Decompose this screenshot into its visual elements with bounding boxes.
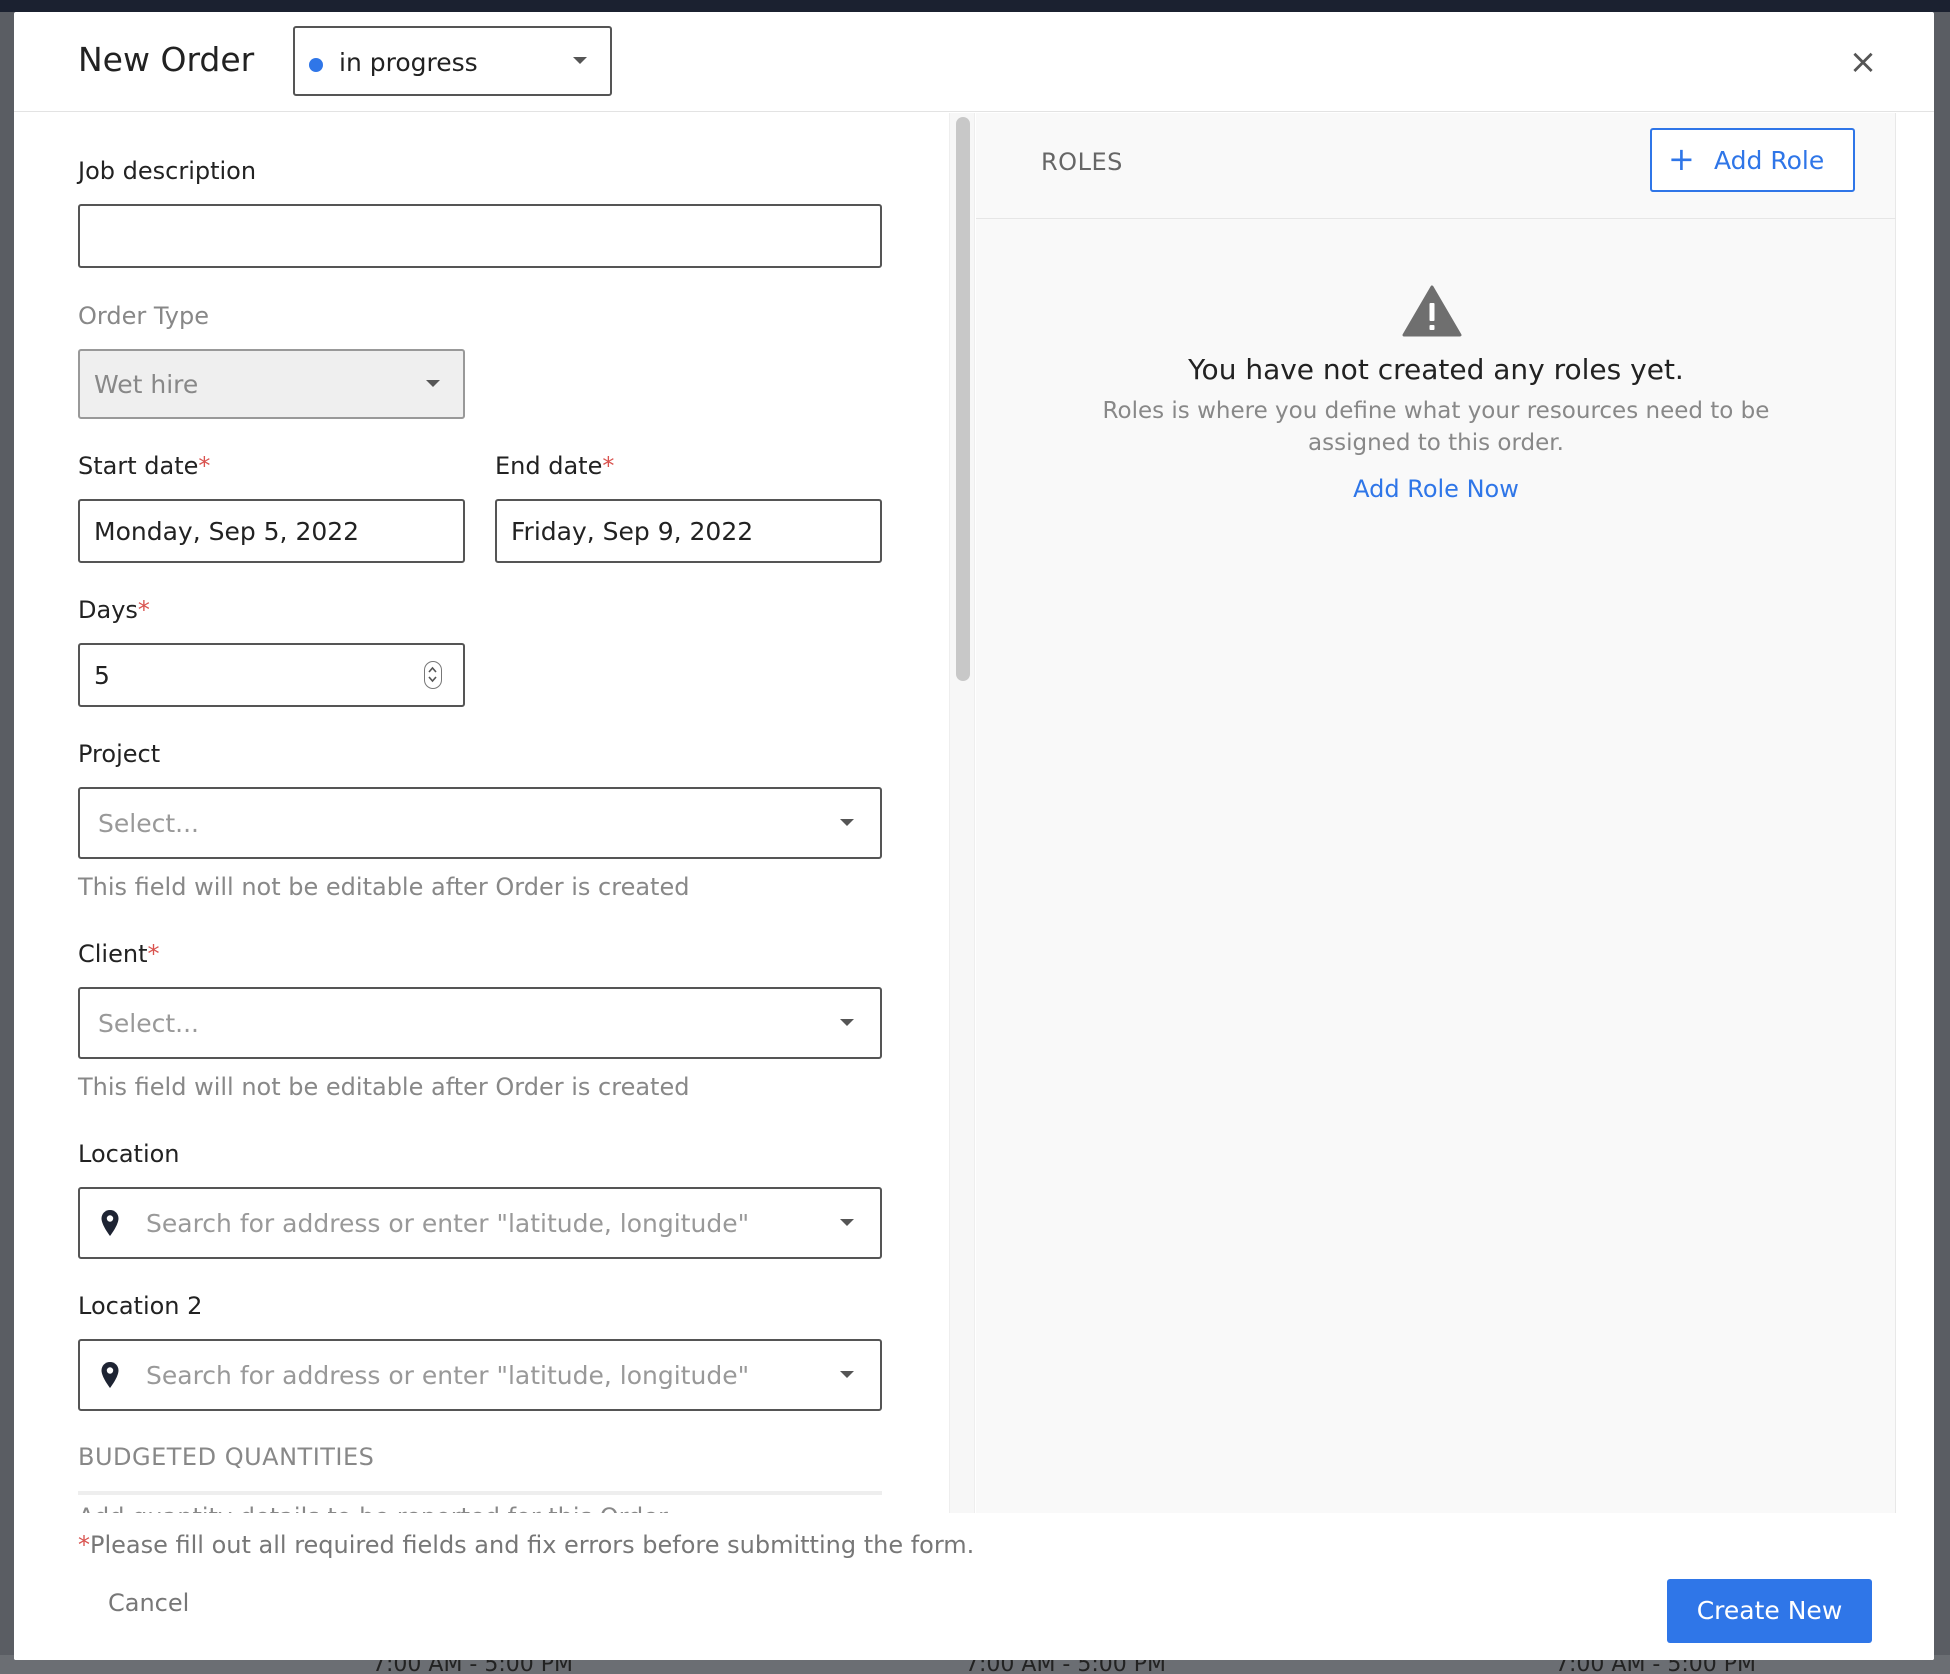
budgeted-quantities-desc: Add quantity details to be reported for …	[78, 1503, 668, 1513]
chevron-down-icon	[840, 1219, 854, 1226]
plus-icon: +	[1668, 140, 1695, 178]
order-type-select: Wet hire	[78, 349, 465, 419]
days-label: Days*	[78, 596, 150, 624]
start-date-input[interactable]: Monday, Sep 5, 2022	[78, 499, 465, 563]
add-role-now-link[interactable]: Add Role Now	[976, 475, 1896, 503]
chevron-down-icon	[840, 1019, 854, 1026]
modal-footer: *Please fill out all required fields and…	[14, 1513, 1934, 1660]
client-hint: This field will not be editable after Or…	[78, 1073, 690, 1101]
cancel-button[interactable]: Cancel	[108, 1589, 189, 1617]
order-type-value: Wet hire	[94, 370, 199, 399]
location2-placeholder: Search for address or enter "latitude, l…	[146, 1361, 750, 1390]
empty-state-title: You have not created any roles yet.	[1188, 353, 1684, 386]
add-role-button[interactable]: + Add Role	[1650, 128, 1855, 192]
client-placeholder: Select...	[98, 1009, 199, 1038]
chevron-down-icon	[426, 380, 440, 387]
location2-label: Location 2	[78, 1292, 203, 1320]
days-stepper[interactable]: 5	[78, 643, 465, 707]
add-role-label: Add Role	[1714, 146, 1825, 175]
map-pin-icon	[101, 1362, 119, 1388]
budgeted-quantities-title: BUDGETED QUANTITIES	[78, 1443, 375, 1471]
close-icon[interactable]: ×	[1848, 45, 1878, 79]
roles-panel: ROLES + Add Role You have not created an…	[976, 113, 1896, 1513]
chevron-down-icon	[840, 1371, 854, 1378]
job-description-input[interactable]	[78, 204, 882, 268]
create-new-button[interactable]: Create New	[1667, 1579, 1872, 1643]
end-date-value: Friday, Sep 9, 2022	[511, 517, 754, 546]
project-label: Project	[78, 740, 161, 768]
location-search-input[interactable]: Search for address or enter "latitude, l…	[78, 1187, 882, 1259]
days-value: 5	[94, 661, 110, 690]
order-type-label: Order Type	[78, 302, 209, 330]
client-label: Client*	[78, 940, 160, 968]
project-placeholder: Select...	[98, 809, 199, 838]
section-divider	[78, 1491, 882, 1495]
start-date-value: Monday, Sep 5, 2022	[94, 517, 360, 546]
location-label: Location	[78, 1140, 180, 1168]
stepper-arrows-icon[interactable]	[424, 661, 442, 689]
warning-icon	[1402, 285, 1462, 337]
map-pin-icon	[101, 1210, 119, 1236]
roles-header: ROLES + Add Role	[976, 113, 1896, 219]
start-date-label: Start date*	[78, 452, 211, 480]
roles-title: ROLES	[1041, 148, 1123, 176]
chevron-down-icon	[840, 819, 854, 826]
job-description-label: Job description	[78, 157, 257, 185]
modal-header: New Order in progress ×	[14, 12, 1934, 112]
status-dot-icon	[309, 58, 323, 72]
modal-title: New Order	[78, 40, 255, 79]
end-date-label: End date*	[495, 452, 615, 480]
end-date-input[interactable]: Friday, Sep 9, 2022	[495, 499, 882, 563]
project-select[interactable]: Select...	[78, 787, 882, 859]
status-select[interactable]: in progress	[293, 26, 612, 96]
project-hint: This field will not be editable after Or…	[78, 873, 690, 901]
chevron-down-icon	[573, 57, 587, 64]
location2-search-input[interactable]: Search for address or enter "latitude, l…	[78, 1339, 882, 1411]
app-top-bar	[0, 0, 1950, 12]
required-fields-note: *Please fill out all required fields and…	[78, 1531, 975, 1559]
empty-state-desc: Roles is where you define what your reso…	[1102, 398, 1770, 456]
new-order-modal: New Order in progress × Job description …	[14, 12, 1934, 1660]
order-form: Job description Order Type Wet hire Star…	[14, 113, 949, 1513]
scrollbar-thumb[interactable]	[956, 117, 970, 681]
form-scrollbar[interactable]	[949, 113, 975, 1513]
status-value: in progress	[339, 48, 478, 77]
client-select[interactable]: Select...	[78, 987, 882, 1059]
location-placeholder: Search for address or enter "latitude, l…	[146, 1209, 750, 1238]
